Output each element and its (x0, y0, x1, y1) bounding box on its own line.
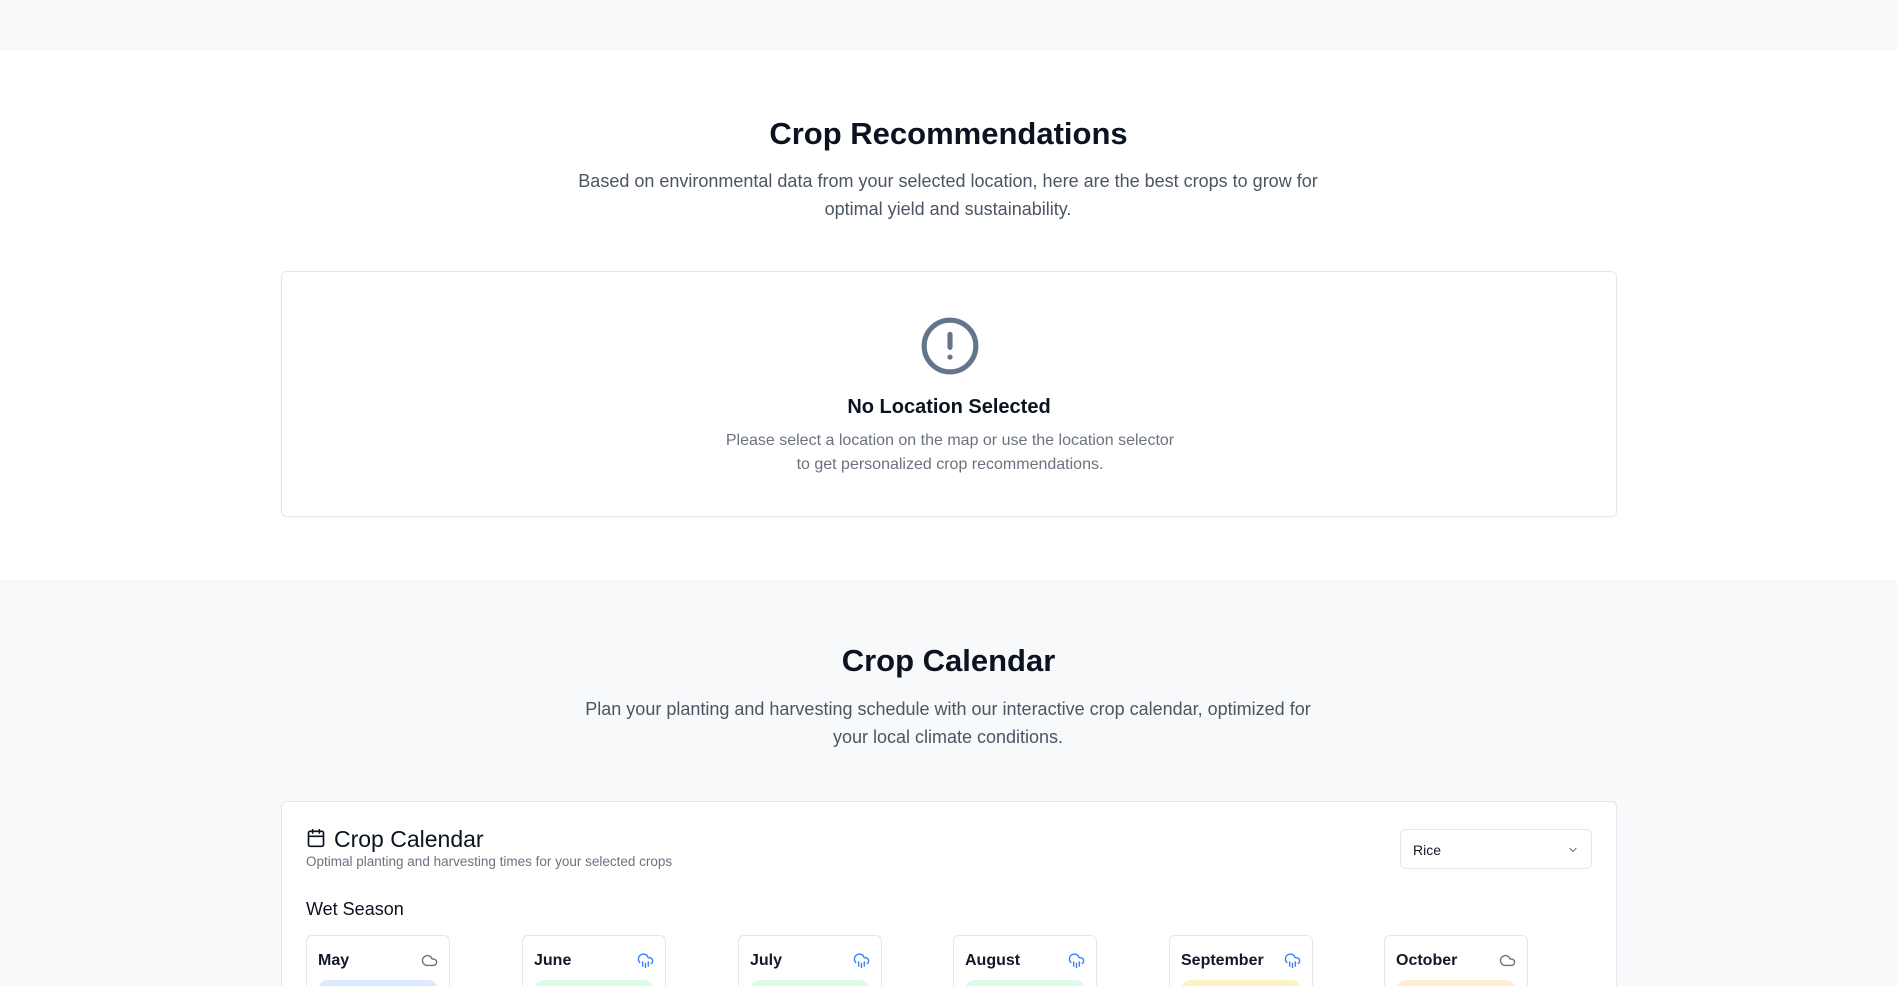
month-status-pill (318, 980, 438, 986)
month-name: October (1396, 952, 1458, 969)
month-card-june[interactable]: June (522, 935, 666, 986)
calendar-icon (307, 828, 325, 848)
crop-select[interactable]: Rice (1400, 829, 1592, 869)
alert-circle-icon (921, 317, 979, 375)
crop-calendar-card: Crop Calendar Optimal planting and harve… (281, 801, 1617, 986)
calendar-section-title: Crop Calendar (841, 643, 1056, 678)
chevron-down-icon (1569, 847, 1577, 853)
month-name: June (534, 952, 572, 969)
cloud-rain-icon (637, 953, 654, 969)
empty-state-card: No Location Selected Please select a loc… (281, 271, 1617, 517)
month-name: September (1181, 952, 1264, 969)
cloud-icon (421, 954, 438, 967)
month-card-september[interactable]: September (1169, 935, 1313, 986)
cloud-rain-icon (853, 953, 870, 969)
month-status-pill (965, 980, 1085, 986)
empty-state-message: Please select a location on the map or u… (725, 432, 1175, 473)
month-status-pill (750, 980, 870, 986)
cloud-rain-icon (1068, 953, 1085, 969)
month-card-july[interactable]: July (738, 935, 882, 986)
month-card-august[interactable]: August (953, 935, 1097, 986)
month-card-october[interactable]: October (1384, 935, 1528, 986)
calendar-section-subtitle: Plan your planting and harvesting schedu… (585, 699, 1311, 747)
recommendations-subtitle: Based on environmental data from your se… (578, 171, 1318, 219)
month-card-may[interactable]: May (306, 935, 450, 986)
crop-select-value: Rice (1413, 842, 1442, 858)
cloud-icon (1499, 954, 1516, 967)
month-name: August (965, 952, 1021, 969)
calendar-card-subtitle: Optimal planting and harvesting times fo… (306, 854, 673, 869)
recommendations-title: Crop Recommendations (769, 116, 1128, 151)
empty-state-title: No Location Selected (847, 396, 1051, 418)
calendar-card-title: Crop Calendar (334, 826, 484, 852)
top-strip (0, 0, 1897, 51)
cloud-rain-icon (1284, 953, 1301, 969)
month-name: July (750, 952, 783, 969)
season-label: Wet Season (306, 899, 404, 919)
month-status-pill (534, 980, 654, 986)
month-status-pill (1396, 980, 1516, 986)
month-status-pill (1181, 980, 1301, 986)
month-name: May (318, 952, 350, 969)
